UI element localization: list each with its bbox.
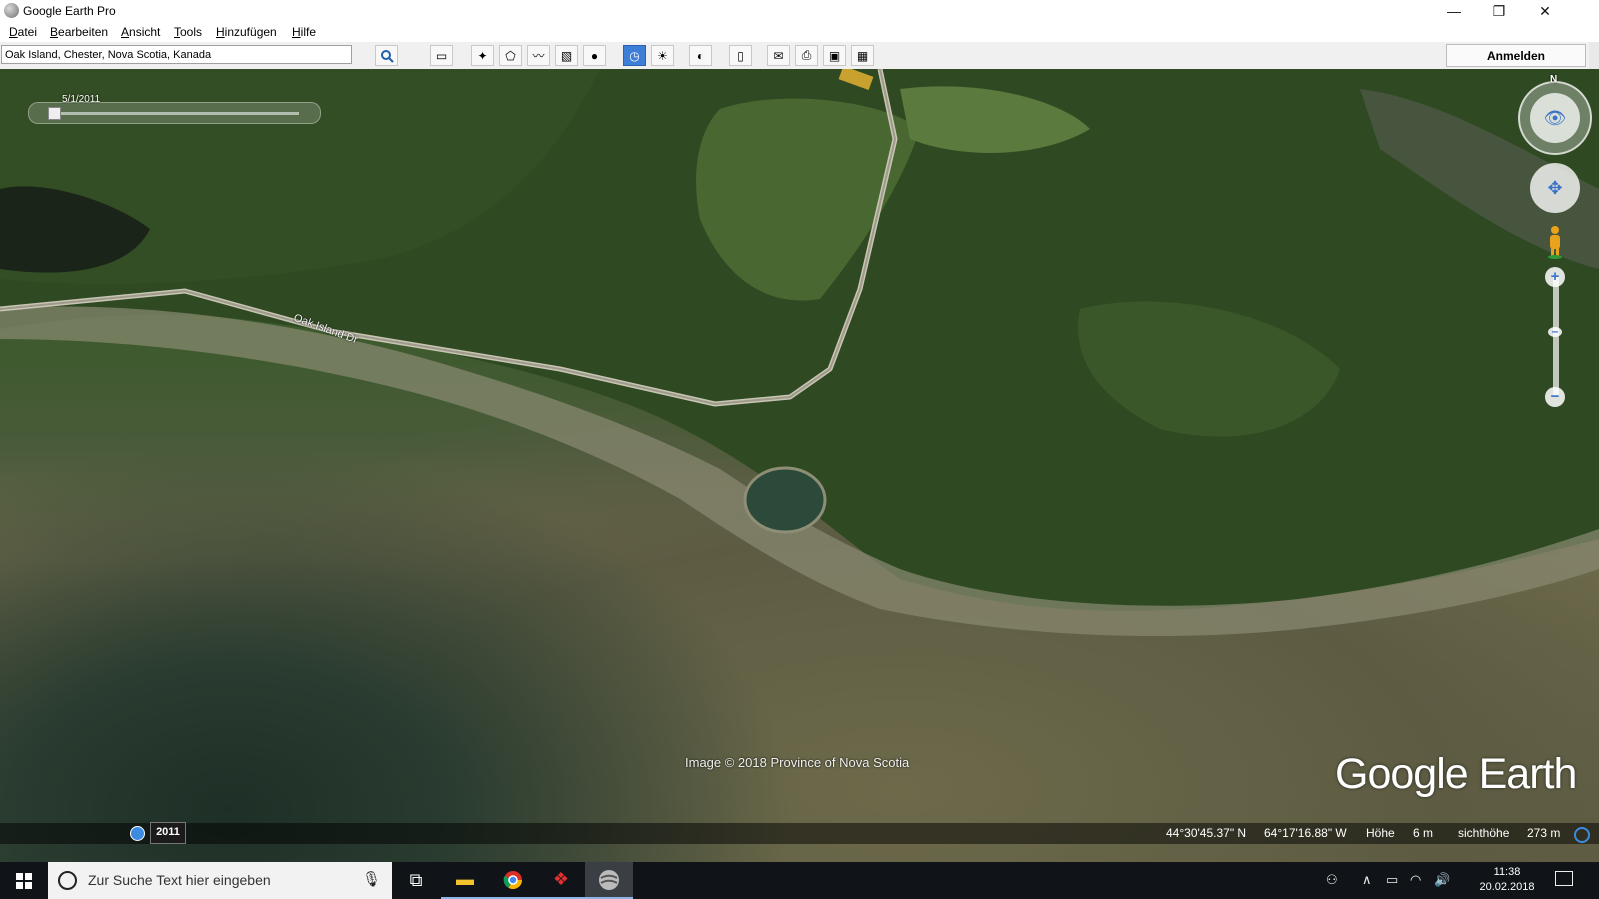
file-explorer-icon[interactable]: ▬	[441, 862, 489, 899]
login-button[interactable]: Anmelden	[1446, 44, 1586, 67]
chrome-icon[interactable]	[489, 862, 537, 899]
email-icon[interactable]: ✉	[767, 45, 790, 66]
battery-icon[interactable]: ▭	[1386, 872, 1398, 888]
eye-altitude-value: 273 m	[1527, 826, 1561, 840]
print-icon[interactable]: ⎙	[795, 45, 818, 66]
time-slider-date: 5/1/2011	[62, 94, 101, 105]
taskbar-search-placeholder: Zur Suche Text hier eingeben	[88, 872, 271, 888]
time-slider[interactable]	[28, 102, 321, 124]
sunlight-icon[interactable]: ☀	[651, 45, 674, 66]
status-bar: 44°30'45.37" N 64°17'16.88" W Höhe 6 m s…	[0, 823, 1599, 844]
streaming-status-icon	[1574, 827, 1590, 843]
path-icon[interactable]: 〰	[527, 45, 550, 66]
record-tour-icon[interactable]: ●	[583, 45, 606, 66]
imagery-copyright: Image © 2018 Province of Nova Scotia	[685, 755, 910, 770]
task-view-icon[interactable]: ⧉	[392, 862, 440, 899]
zoom-in-button[interactable]: +	[1545, 267, 1565, 287]
menu-datei[interactable]: Datei	[9, 25, 37, 39]
volume-icon[interactable]: 🔊	[1434, 872, 1450, 888]
microphone-icon[interactable]: 🎙	[362, 870, 381, 888]
taskbar-clock[interactable]: 11:38 20.02.2018	[1472, 865, 1542, 895]
menu-bearbeiten[interactable]: Bearbeiten	[50, 25, 108, 39]
time-slider-track	[54, 112, 299, 115]
menu-ansicht[interactable]: Ansicht	[121, 25, 160, 39]
google-earth-logo: Google Earth	[1335, 750, 1577, 798]
imagery-year-badge[interactable]: 2011	[150, 822, 186, 844]
image-overlay-icon[interactable]: ▧	[555, 45, 578, 66]
planets-icon[interactable]: ◐	[689, 45, 712, 66]
zoom-out-button[interactable]: −	[1545, 387, 1565, 407]
cortana-icon	[58, 871, 77, 890]
close-button[interactable]: ✕	[1522, 0, 1568, 22]
elevation-label: Höhe	[1366, 826, 1395, 840]
window-title: Google Earth Pro	[23, 4, 116, 18]
eye-altitude-label: sichthöhe	[1458, 826, 1510, 840]
placemark-icon[interactable]: ✦	[471, 45, 494, 66]
menu-bar: Datei Bearbeiten Ansicht Tools Hinzufüge…	[0, 22, 1599, 42]
view-in-maps-icon[interactable]: ▦	[851, 45, 874, 66]
search-icon[interactable]	[375, 45, 398, 66]
sidebar-toggle-icon[interactable]: ▭	[430, 45, 453, 66]
windows-taskbar: Zur Suche Text hier eingeben 🎙 ⧉ ▬ ❖ ⚇ ∧…	[0, 862, 1599, 899]
title-bar: Google Earth Pro — ❐ ✕	[0, 0, 1599, 22]
latitude-readout: 44°30'45.37" N	[1166, 826, 1247, 840]
tray-chevron-icon[interactable]: ∧	[1362, 872, 1372, 888]
wifi-icon[interactable]: ◠	[1410, 872, 1421, 888]
windows-start-icon[interactable]	[0, 862, 48, 899]
historical-imagery-clock-icon[interactable]	[130, 826, 145, 841]
satellite-imagery	[0, 69, 1599, 637]
street-view-pegman-icon[interactable]	[1544, 225, 1566, 259]
ruler-icon[interactable]: ▯	[729, 45, 752, 66]
minimize-button[interactable]: —	[1431, 0, 1477, 22]
toolbar: ▭ ✦ ⬠ 〰 ▧ ● ◷ ☀ ◐ ▯ ✉ ⎙ ▣ ▦ Anmelden	[0, 42, 1599, 70]
menu-hilfe[interactable]: Hilfe	[292, 25, 316, 39]
taskbar-search-box[interactable]: Zur Suche Text hier eingeben 🎙	[48, 862, 392, 899]
clock-date: 20.02.2018	[1479, 881, 1535, 893]
menu-tools[interactable]: Tools	[174, 25, 202, 39]
restore-button[interactable]: ❐	[1476, 0, 1522, 22]
google-earth-icon[interactable]	[585, 862, 633, 899]
map-view[interactable]: Oak Island Dr 5/1/2011 N 👁 ✥ + – − Image…	[0, 69, 1599, 862]
zoom-slider-knob[interactable]: –	[1548, 325, 1562, 337]
look-around-icon[interactable]: 👁	[1530, 93, 1580, 143]
compass-north-label: N	[1550, 74, 1558, 85]
google-earth-app-icon	[4, 3, 19, 18]
save-image-icon[interactable]: ▣	[823, 45, 846, 66]
notifications-icon[interactable]	[1555, 871, 1573, 886]
historical-imagery-icon[interactable]: ◷	[623, 45, 646, 66]
people-icon[interactable]: ⚇	[1326, 872, 1338, 888]
search-input[interactable]	[1, 45, 352, 64]
polygon-icon[interactable]: ⬠	[499, 45, 522, 66]
elevation-value: 6 m	[1413, 826, 1434, 840]
app-red-icon[interactable]: ❖	[537, 862, 585, 899]
pan-control-icon[interactable]: ✥	[1530, 163, 1580, 213]
scrollbar[interactable]	[1589, 42, 1599, 69]
longitude-readout: 64°17'16.88" W	[1264, 826, 1347, 840]
menu-hinzufuegen[interactable]: Hinzufügen	[216, 25, 277, 39]
time-slider-knob[interactable]	[48, 107, 61, 120]
clock-time: 11:38	[1493, 866, 1521, 878]
